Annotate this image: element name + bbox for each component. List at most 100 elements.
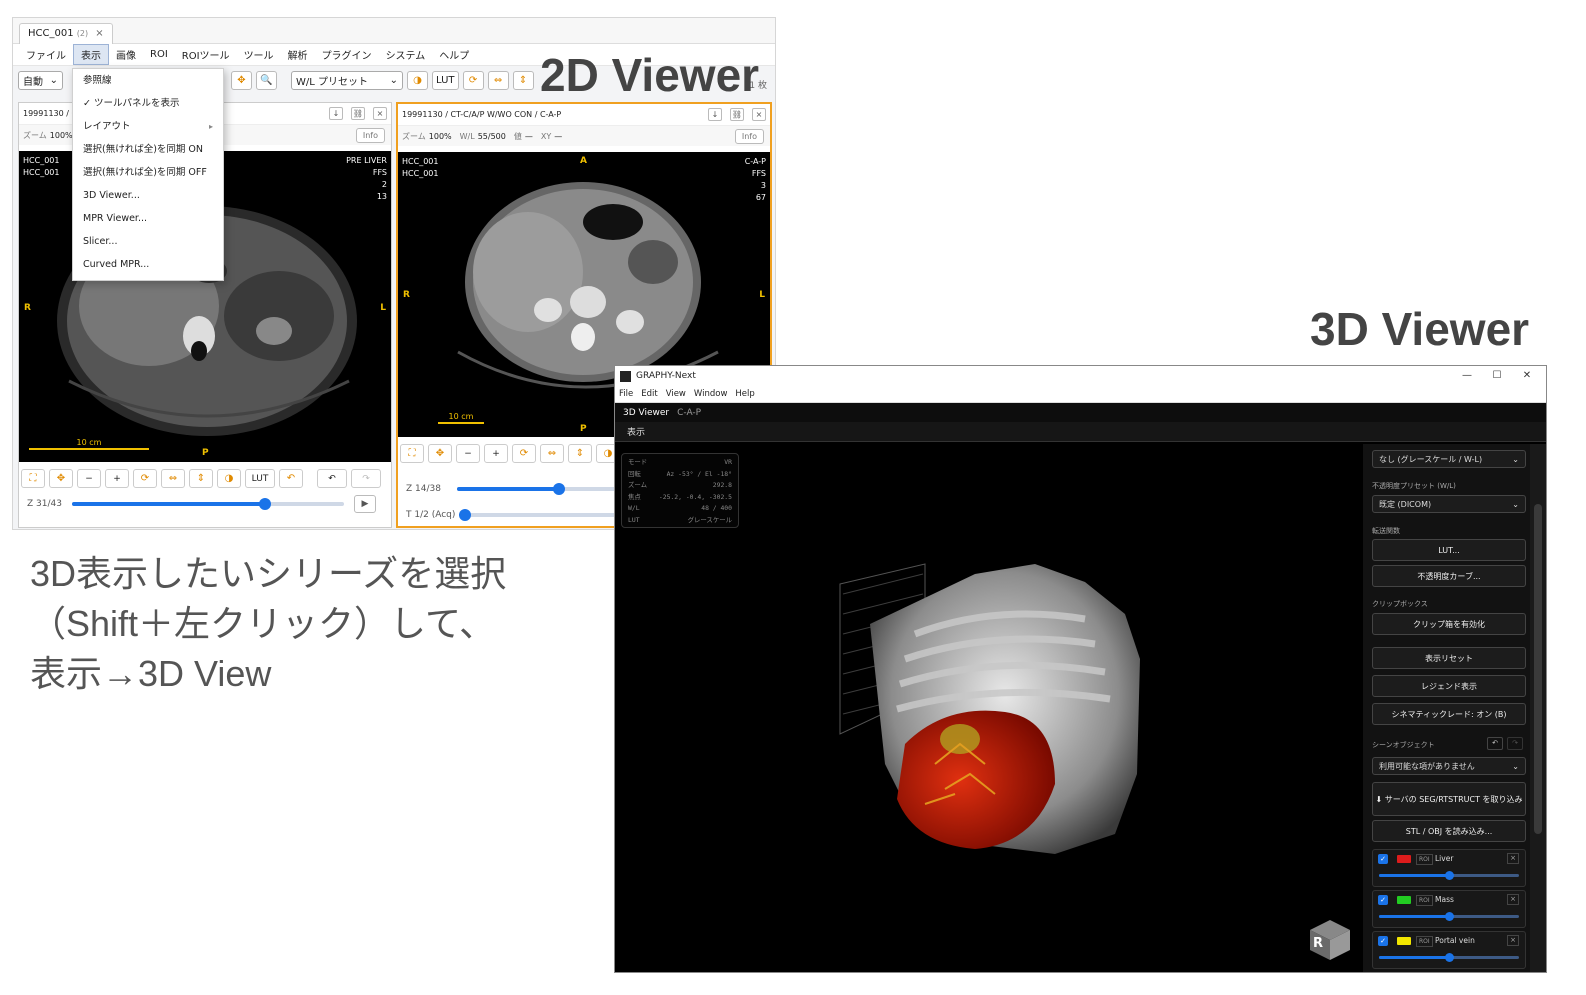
redo-icon[interactable]: ↷ bbox=[351, 469, 381, 488]
roi-opacity-slider[interactable] bbox=[1379, 953, 1519, 962]
lut-button[interactable]: LUT bbox=[245, 469, 275, 488]
zoom-out-button[interactable]: − bbox=[77, 469, 101, 488]
roi-visibility-checkbox[interactable]: ✓ bbox=[1378, 854, 1388, 864]
scrollbar-thumb[interactable] bbox=[1534, 504, 1542, 834]
menu-window[interactable]: Window bbox=[694, 389, 728, 399]
menu-roi-tools[interactable]: ROIツール bbox=[175, 45, 237, 64]
flip-v-icon[interactable]: ⇕ bbox=[189, 469, 213, 488]
close-icon[interactable]: ✕ bbox=[1512, 366, 1542, 386]
roi-visibility-checkbox[interactable]: ✓ bbox=[1378, 895, 1388, 905]
menu-image[interactable]: 画像 bbox=[109, 45, 143, 64]
volume-render-view[interactable]: モード VR 回転 Az -53° / El -18° ズーム 292.8 焦点 -25… bbox=[615, 444, 1362, 972]
roi-color-swatch[interactable] bbox=[1397, 896, 1411, 904]
crosshair-tool-button[interactable]: ✥ bbox=[231, 70, 252, 90]
zoom-out-button[interactable]: − bbox=[456, 444, 480, 463]
menu-item-mpr-viewer[interactable]: MPR Viewer... bbox=[73, 207, 223, 230]
info-value: Az -53° / El -18° bbox=[666, 469, 732, 478]
maximize-icon[interactable]: ☐ bbox=[1482, 366, 1512, 386]
link-icon[interactable]: ⛓ bbox=[730, 108, 744, 121]
zoom-in-button[interactable]: + bbox=[484, 444, 508, 463]
crosshair-icon[interactable]: ✥ bbox=[428, 444, 452, 463]
info-button[interactable]: Info bbox=[734, 129, 764, 144]
enable-clip-box-button[interactable]: クリップ箱を有効化 bbox=[1372, 613, 1526, 635]
redo-icon[interactable]: ↷ bbox=[1507, 737, 1523, 750]
info-button[interactable]: Info bbox=[355, 128, 385, 143]
load-stl-button[interactable]: STL / OBJ を読み込み... bbox=[1372, 820, 1526, 842]
menu-edit[interactable]: Edit bbox=[641, 389, 657, 399]
flip-v-icon[interactable]: ⇕ bbox=[568, 444, 592, 463]
menu-item-sync-off[interactable]: 選択(無ければ全)を同期 OFF bbox=[73, 161, 223, 184]
menu-item-layout[interactable]: レイアウト ▸ bbox=[73, 115, 223, 138]
rotate-icon[interactable]: ⟳ bbox=[512, 444, 536, 463]
contrast-tool-button[interactable]: ◑ bbox=[407, 70, 428, 90]
menu-item-3d-viewer[interactable]: 3D Viewer... bbox=[73, 184, 223, 207]
download-icon[interactable]: ↓ bbox=[708, 108, 722, 121]
play-button[interactable]: ▶ bbox=[353, 495, 376, 513]
roi-color-swatch[interactable] bbox=[1397, 855, 1411, 863]
document-tab[interactable]: HCC_001 (2) × bbox=[19, 23, 113, 44]
flip-horizontal-button[interactable]: ⇔ bbox=[487, 70, 509, 90]
close-icon[interactable]: × bbox=[1507, 894, 1519, 905]
rotate-tool-button[interactable]: ⟳ bbox=[462, 70, 484, 90]
reset-icon[interactable]: ↶ bbox=[279, 469, 303, 488]
menu-roi[interactable]: ROI bbox=[143, 47, 175, 62]
menu-tools[interactable]: ツール bbox=[237, 45, 281, 64]
minimize-icon[interactable]: — bbox=[1452, 366, 1482, 386]
panel-scrollbar[interactable] bbox=[1530, 444, 1546, 972]
close-icon[interactable]: × bbox=[1507, 853, 1519, 864]
undo-icon[interactable]: ↶ bbox=[1487, 737, 1503, 750]
reset-view-button[interactable]: 表示リセット bbox=[1372, 647, 1526, 669]
close-icon[interactable]: × bbox=[95, 28, 103, 39]
menu-help[interactable]: Help bbox=[735, 389, 754, 399]
close-icon[interactable]: × bbox=[752, 108, 766, 121]
menu-view[interactable]: View bbox=[666, 389, 686, 399]
wl-preset-select[interactable]: W/L プリセット ⌄ bbox=[291, 70, 403, 90]
menu-item-slicer[interactable]: Slicer... bbox=[73, 230, 223, 253]
lut-button[interactable]: LUT bbox=[432, 70, 459, 90]
fit-icon[interactable]: ⛶ bbox=[400, 444, 424, 463]
flip-h-icon[interactable]: ⇔ bbox=[540, 444, 564, 463]
download-icon[interactable]: ↓ bbox=[329, 107, 343, 120]
undo-icon[interactable]: ↶ bbox=[317, 469, 347, 488]
view-dropdown-menu: 参照線 ✓ ツールパネルを表示 レイアウト ▸ 選択(無ければ全)を同期 ON 選… bbox=[72, 68, 224, 281]
menu-item-curved-mpr[interactable]: Curved MPR... bbox=[73, 253, 223, 276]
menu-item-show-tool-panel[interactable]: ✓ ツールパネルを表示 bbox=[73, 92, 223, 115]
flip-vertical-button[interactable]: ⇕ bbox=[512, 70, 534, 90]
opacity-preset-select[interactable]: 既定 (DICOM) ⌄ bbox=[1372, 495, 1526, 513]
import-seg-button[interactable]: ⬇ サーバの SEG/RTSTRUCT を取り込み bbox=[1372, 782, 1526, 816]
flip-h-icon[interactable]: ⇔ bbox=[161, 469, 185, 488]
tab-display[interactable]: 表示 bbox=[615, 422, 1546, 442]
show-legend-button[interactable]: レジェンド表示 bbox=[1372, 675, 1526, 697]
lut-select[interactable]: なし (グレースケール / W-L) ⌄ bbox=[1372, 450, 1526, 468]
orientation-cube[interactable]: R bbox=[1305, 912, 1355, 962]
link-icon[interactable]: ⛓ bbox=[351, 107, 365, 120]
roi-color-swatch[interactable] bbox=[1397, 937, 1411, 945]
opacity-curve-button[interactable]: 不透明度カーブ... bbox=[1372, 565, 1526, 587]
mode-select[interactable]: 自動 ⌄ bbox=[18, 70, 63, 90]
rotate-icon[interactable]: ⟳ bbox=[133, 469, 157, 488]
menu-item-reference-lines[interactable]: 参照線 bbox=[73, 69, 223, 92]
menu-help[interactable]: ヘルプ bbox=[432, 45, 476, 64]
contrast-icon[interactable]: ◑ bbox=[217, 469, 241, 488]
fit-icon[interactable]: ⛶ bbox=[21, 469, 45, 488]
menu-analysis[interactable]: 解析 bbox=[281, 45, 315, 64]
roi-opacity-slider[interactable] bbox=[1379, 912, 1519, 921]
cinematic-mode-button[interactable]: シネマティックレード: オン (B) bbox=[1372, 703, 1526, 725]
menu-file[interactable]: ファイル bbox=[19, 45, 73, 64]
menu-view[interactable]: 表示 bbox=[73, 44, 109, 65]
close-icon[interactable]: × bbox=[373, 107, 387, 120]
orient-right: L bbox=[380, 303, 386, 313]
roi-visibility-checkbox[interactable]: ✓ bbox=[1378, 936, 1388, 946]
z-slider[interactable] bbox=[71, 498, 344, 510]
menu-item-sync-on[interactable]: 選択(無ければ全)を同期 ON bbox=[73, 138, 223, 161]
roi-opacity-slider[interactable] bbox=[1379, 871, 1519, 880]
scene-object-select[interactable]: 利用可能な項がありません ⌄ bbox=[1372, 757, 1526, 775]
crosshair-icon[interactable]: ✥ bbox=[49, 469, 73, 488]
menu-system[interactable]: システム bbox=[379, 45, 433, 64]
zoom-in-button[interactable]: + bbox=[105, 469, 129, 488]
menu-plugins[interactable]: プラグイン bbox=[315, 45, 379, 64]
magnify-tool-button[interactable]: 🔍 bbox=[256, 70, 277, 90]
lut-button[interactable]: LUT... bbox=[1372, 539, 1526, 561]
close-icon[interactable]: × bbox=[1507, 935, 1519, 946]
menu-file[interactable]: File bbox=[619, 389, 633, 399]
